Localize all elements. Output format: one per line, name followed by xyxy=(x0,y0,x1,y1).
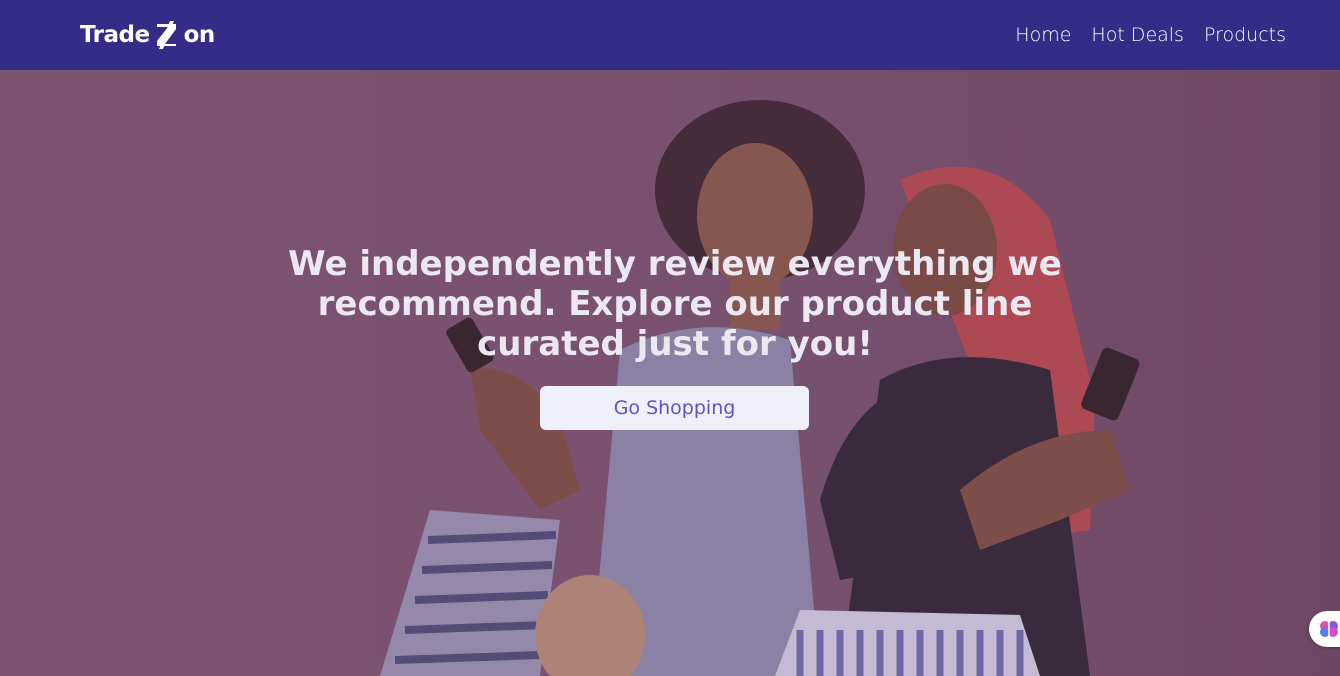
nav-link-products[interactable]: Products xyxy=(1204,24,1286,46)
extension-widget[interactable] xyxy=(1309,611,1340,647)
main-nav: Home Hot Deals Products xyxy=(1015,24,1286,46)
nav-link-home[interactable]: Home xyxy=(1015,24,1071,46)
brand-name-part1: Trade xyxy=(80,22,150,48)
hero-banner: We independently review everything we re… xyxy=(0,70,1340,676)
hero-overlay xyxy=(0,70,1340,676)
top-navbar: Trade on Home Hot Deals Products xyxy=(0,0,1340,70)
brand-logo[interactable]: Trade on xyxy=(80,21,215,49)
slashed-z-icon xyxy=(156,21,176,49)
nav-link-hot-deals[interactable]: Hot Deals xyxy=(1091,24,1184,46)
hero-headline: We independently review everything we re… xyxy=(288,244,1062,364)
brain-icon xyxy=(1320,621,1338,637)
brand-name-part2: on xyxy=(183,22,216,48)
go-shopping-button[interactable]: Go Shopping xyxy=(540,386,809,430)
